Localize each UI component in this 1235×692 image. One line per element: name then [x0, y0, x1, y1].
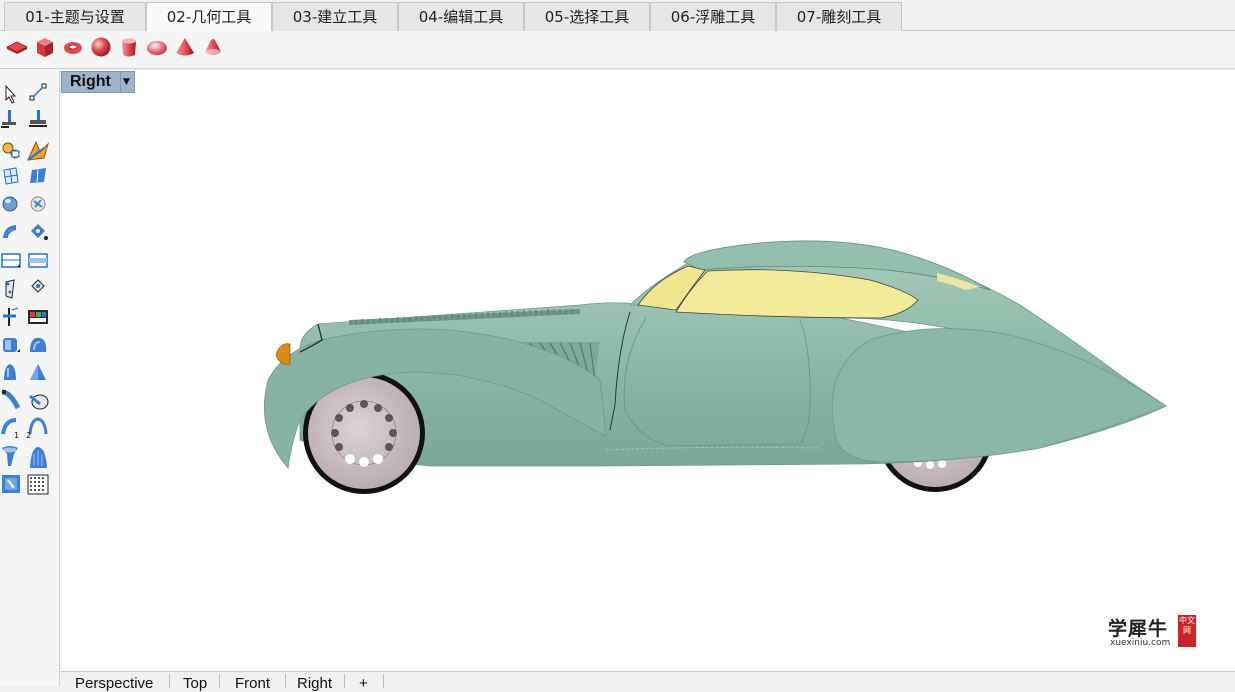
watermark-logo: 学犀牛 xuexiniu.com 中文网 [1104, 612, 1202, 652]
sphere-shade-icon[interactable] [2, 196, 18, 212]
svg-text:2: 2 [26, 431, 31, 440]
rail-1-icon[interactable]: 1 [1, 418, 19, 440]
patch-surface-icon[interactable] [30, 447, 47, 468]
slide-points-icon[interactable] [5, 279, 15, 299]
sphere-pattern-icon[interactable] [30, 196, 46, 212]
viewport-tab-bar: Perspective Top Front Right + [61, 671, 1235, 692]
select-arrow-icon[interactable] [5, 84, 17, 104]
loft-shape-icon[interactable] [29, 394, 49, 410]
move-points-icon[interactable] [31, 279, 45, 293]
rear-fender [831, 328, 1167, 463]
gear-tool-icon[interactable] [2, 142, 20, 159]
rounded-shape-icon[interactable] [30, 337, 47, 352]
cone-primitive-icon[interactable] [174, 36, 196, 58]
watermark-title: 学犀牛 [1108, 618, 1169, 640]
network-surface-icon[interactable] [2, 446, 18, 466]
box-primitive-icon[interactable] [34, 36, 56, 58]
split-curve-icon[interactable] [3, 307, 19, 326]
watermark-url: xuexiniu.com [1110, 638, 1171, 648]
plane-primitive-icon[interactable] [6, 36, 28, 58]
tab-top[interactable]: Top [183, 676, 207, 692]
edit-box-icon[interactable] [1, 253, 21, 268]
explode-icon[interactable] [27, 140, 50, 161]
sphere-primitive-icon[interactable] [90, 36, 112, 58]
tab-perspective[interactable]: Perspective [75, 676, 153, 692]
revolve-icon[interactable] [3, 225, 16, 238]
tab-right[interactable]: Right [297, 676, 332, 692]
add-viewport-tab[interactable]: + [359, 676, 368, 692]
control-points-icon[interactable] [29, 83, 47, 101]
tab-create-tools[interactable]: 03-建立工具 [272, 2, 398, 31]
tab-relief-tools[interactable]: 06-浮雕工具 [650, 2, 776, 31]
color-grid-icon[interactable] [28, 310, 48, 324]
ellipsoid-primitive-icon[interactable] [146, 36, 168, 58]
svg-text:1: 1 [14, 431, 19, 440]
tab-geometry-tools[interactable]: 02-几何工具 [146, 2, 272, 32]
tab-bar: 01-主题与设置 02-几何工具 03-建立工具 04-编辑工具 05-选择工具… [0, 0, 1235, 32]
right-viewport[interactable]: Right ▼ 学犀牛 xuexiniu.com 中文网 [61, 70, 1235, 671]
edit-box-alt-icon[interactable] [28, 253, 48, 268]
cylinder-primitive-icon[interactable] [118, 36, 140, 58]
box-shape-icon[interactable] [3, 338, 20, 352]
paraboloid-primitive-icon[interactable] [202, 36, 224, 58]
torus-primitive-icon[interactable] [62, 36, 84, 58]
transform-dots-icon[interactable] [31, 224, 48, 240]
tab-edit-tools[interactable]: 04-编辑工具 [398, 2, 524, 31]
blue-surface-icon[interactable] [30, 168, 46, 183]
headlamp [275, 343, 291, 365]
point-grid-icon[interactable] [27, 474, 49, 495]
tab-sculpt-tools[interactable]: 07-雕刻工具 [776, 2, 902, 31]
extrude-surface-icon[interactable] [29, 110, 47, 127]
rail-2-icon[interactable]: 2 [26, 417, 48, 440]
cone-shape-icon[interactable] [4, 364, 16, 380]
warp-grid-icon[interactable] [3, 167, 19, 185]
car-model-render [263, 240, 1168, 494]
sweep-curve-icon[interactable] [1, 389, 21, 410]
watermark-badge: 中文网 [1178, 615, 1196, 647]
tab-select-tools[interactable]: 05-选择工具 [524, 2, 650, 31]
extrude-icon[interactable] [1, 110, 16, 128]
left-tool-palette: 1 2 [0, 70, 60, 686]
tab-theme-settings[interactable]: 01-主题与设置 [4, 2, 146, 31]
surface-from-grid-icon[interactable] [2, 475, 20, 493]
pyramid-shape-icon[interactable] [30, 364, 46, 380]
primitive-toolbar [0, 31, 1235, 69]
tab-front[interactable]: Front [235, 676, 270, 692]
